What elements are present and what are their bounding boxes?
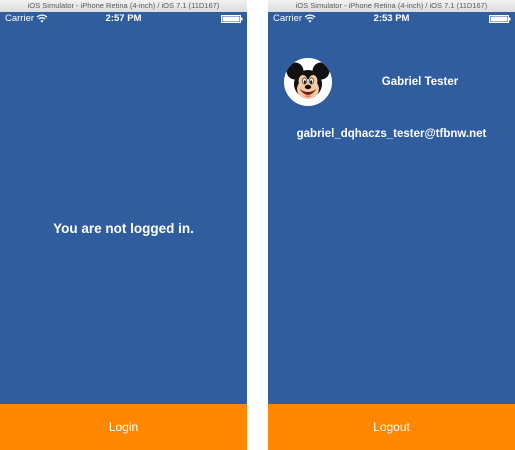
simulator-title-bar: iOS Simulator - iPhone Retina (4-inch) /…: [0, 0, 247, 12]
phone-screen: Carrier 2:53 PM Gabriel Tester gabriel_d…: [268, 12, 515, 450]
profile-avatar: [284, 58, 332, 106]
status-time: 2:57 PM: [105, 13, 142, 24]
profile-name: Gabriel Tester: [381, 76, 459, 88]
battery-icon: [489, 15, 511, 23]
status-bar: Carrier 2:53 PM: [268, 12, 515, 26]
simulator-window-logged-in: iOS Simulator - iPhone Retina (4-inch) /…: [268, 0, 515, 450]
phone-screen: Carrier 2:57 PM You are not logged in. L…: [0, 12, 247, 450]
status-bar: Carrier 2:57 PM: [0, 12, 247, 26]
simulator-window-logged-out: iOS Simulator - iPhone Retina (4-inch) /…: [0, 0, 247, 450]
simulator-title-bar: iOS Simulator - iPhone Retina (4-inch) /…: [268, 0, 515, 12]
status-time: 2:53 PM: [373, 13, 410, 24]
logout-button[interactable]: Logout: [268, 404, 515, 450]
not-logged-in-message: You are not logged in.: [53, 221, 194, 236]
profile-email: gabriel_dqhaczs_tester@tfbnw.net: [296, 128, 487, 140]
battery-icon: [221, 15, 243, 23]
login-button[interactable]: Login: [0, 404, 247, 450]
mickey-mouse-avatar-icon: [284, 58, 332, 106]
